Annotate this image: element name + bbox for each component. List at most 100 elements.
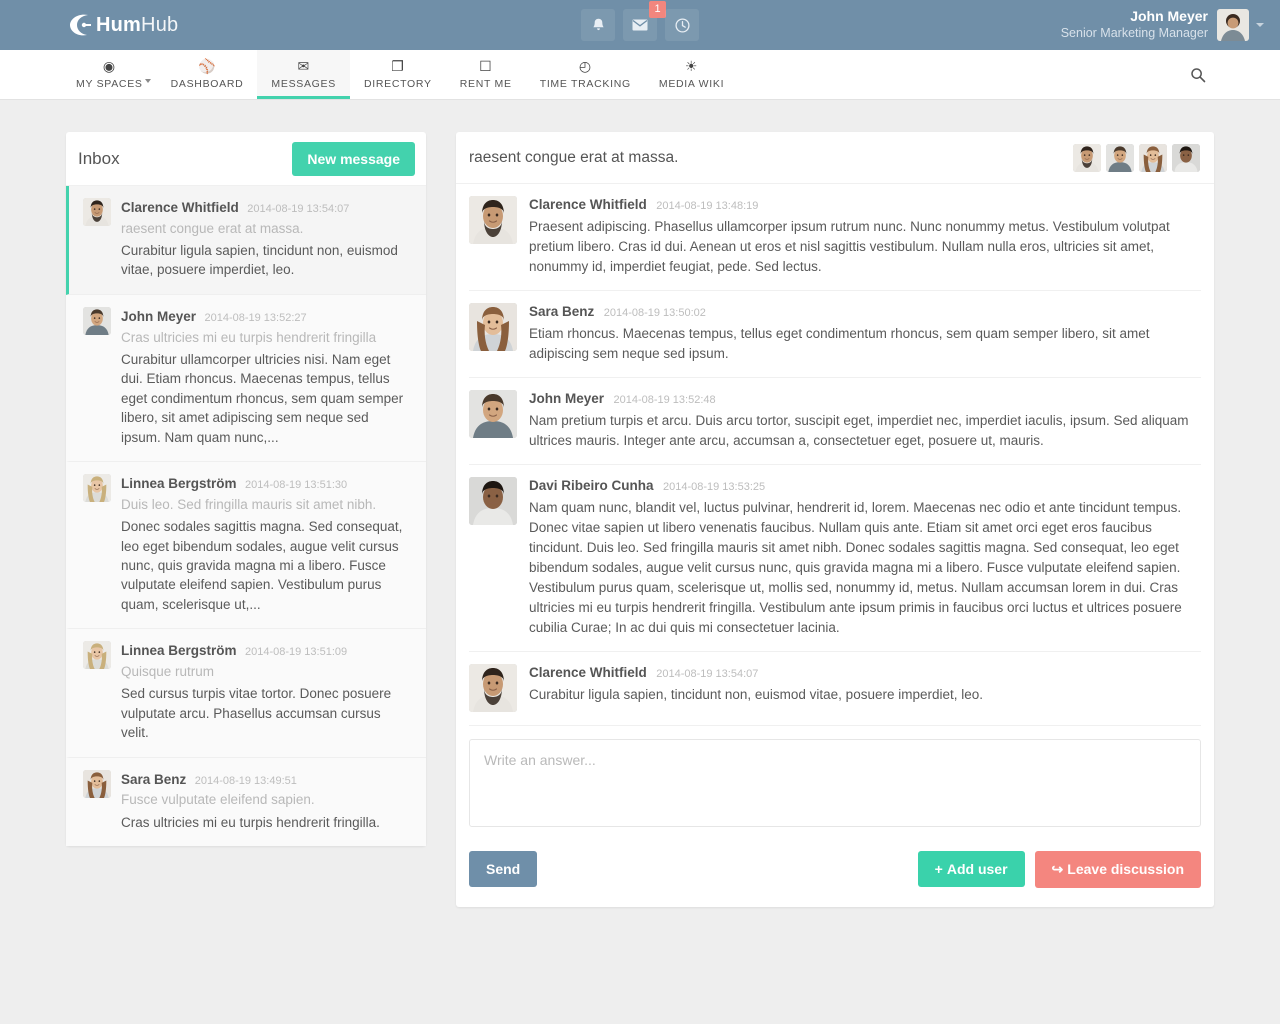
add-user-button[interactable]: + Add user bbox=[917, 851, 1025, 888]
page-content: Inbox New message Clarence Whitfield 201… bbox=[0, 100, 1280, 907]
inbox-item-author: Sara Benz bbox=[121, 771, 187, 787]
answer-input[interactable] bbox=[469, 738, 1201, 827]
inbox-item-subject: Cras ultricies mi eu turpis hendrerit fr… bbox=[121, 329, 377, 345]
inbox-header: Inbox New message bbox=[66, 132, 426, 186]
notifications-icon[interactable] bbox=[581, 9, 615, 41]
dashboard-icon: ⚾ bbox=[197, 58, 217, 74]
humhub-logo-icon bbox=[68, 12, 94, 38]
inbox-panel: Inbox New message Clarence Whitfield 201… bbox=[66, 132, 426, 847]
message-author: Clarence Whitfield bbox=[529, 664, 647, 680]
inbox-item-author: Clarence Whitfield bbox=[121, 200, 239, 215]
message-timestamp: 2014-08-19 13:50:02 bbox=[603, 306, 706, 319]
chevron-down-icon[interactable] bbox=[144, 79, 151, 83]
participant-avatar[interactable] bbox=[1172, 143, 1200, 172]
avatar[interactable] bbox=[83, 769, 111, 798]
message-meta: John Meyer 2014-08-19 13:52:48 bbox=[529, 390, 1201, 408]
messages-icon[interactable]: 1 bbox=[623, 1, 666, 41]
mobile-icon: ☐ bbox=[479, 58, 493, 74]
inbox-item-author: Linnea Bergström bbox=[121, 643, 237, 659]
nav-item-label: MY SPACES bbox=[76, 78, 143, 90]
avatar[interactable] bbox=[469, 196, 517, 244]
inbox-item-meta: Clarence Whitfield 2014-08-19 13:54:07 bbox=[121, 198, 412, 219]
user-menu[interactable]: John Meyer Senior Marketing Manager bbox=[1061, 8, 1264, 41]
message-item: John Meyer 2014-08-19 13:52:48 Nam preti… bbox=[469, 378, 1201, 465]
message-count-badge: 1 bbox=[649, 1, 666, 18]
inbox-item-body: Sara Benz 2014-08-19 13:49:51 Fusce vulp… bbox=[121, 770, 412, 832]
message-author: Clarence Whitfield bbox=[529, 197, 647, 212]
nav-item-my-spaces[interactable]: ◉ MY SPACES bbox=[62, 50, 157, 99]
conversation-title: raesent congue erat at massa. bbox=[469, 148, 679, 166]
message-author: John Meyer bbox=[529, 390, 605, 406]
inbox-list-item[interactable]: Linnea Bergström 2014-08-19 13:51:30 Dui… bbox=[66, 462, 426, 630]
avatar[interactable] bbox=[83, 306, 111, 335]
participant-avatar[interactable] bbox=[1073, 143, 1101, 172]
message-body: Clarence Whitfield 2014-08-19 13:48:19 P… bbox=[529, 196, 1201, 277]
brand-name-bold: Hum bbox=[96, 13, 142, 36]
nav-item-messages[interactable]: ✉ MESSAGES bbox=[257, 50, 350, 99]
chevron-down-icon[interactable] bbox=[1256, 23, 1264, 27]
inbox-item-body: Clarence Whitfield 2014-08-19 13:54:07 r… bbox=[121, 198, 412, 280]
brand-name: HumHub bbox=[96, 14, 178, 37]
avatar[interactable] bbox=[469, 476, 517, 525]
nav-item-media-wiki[interactable]: ☀ MEDIA WIKI bbox=[645, 50, 738, 99]
avatar[interactable] bbox=[469, 389, 517, 438]
nav-item-label: TIME TRACKING bbox=[539, 78, 631, 90]
message-body: Sara Benz 2014-08-19 13:50:02 Etiam rhon… bbox=[529, 303, 1201, 364]
message-author: Davi Ribeiro Cunha bbox=[529, 477, 654, 493]
brand-logo[interactable]: HumHub bbox=[68, 0, 178, 50]
activity-icon[interactable] bbox=[665, 9, 699, 41]
inbox-item-body: Linnea Bergström 2014-08-19 13:51:30 Dui… bbox=[121, 474, 412, 614]
message-author: Sara Benz bbox=[529, 303, 595, 319]
new-message-button[interactable]: New message bbox=[292, 141, 415, 176]
inbox-item-preview: Curabitur ligula sapien, tincidunt non, … bbox=[121, 243, 398, 278]
message-timestamp: 2014-08-19 13:53:25 bbox=[662, 480, 766, 493]
avatar[interactable] bbox=[1217, 9, 1249, 41]
message-text: Curabitur ligula sapien, tincidunt non, … bbox=[529, 686, 984, 702]
avatar[interactable] bbox=[469, 663, 517, 712]
avatar[interactable] bbox=[83, 641, 111, 670]
clock-icon: ◴ bbox=[578, 58, 592, 74]
message-timestamp: 2014-08-19 13:52:48 bbox=[613, 393, 716, 406]
conversation-actions: Send + Add user ↪ Leave discussion bbox=[456, 832, 1214, 907]
top-icon-group: 1 bbox=[581, 1, 699, 41]
participant-list bbox=[1073, 143, 1200, 172]
nav-item-directory[interactable]: ❐ DIRECTORY bbox=[350, 50, 446, 99]
participant-avatar[interactable] bbox=[1139, 143, 1167, 172]
nav-item-dashboard[interactable]: ⚾ DASHBOARD bbox=[157, 50, 258, 99]
search-icon[interactable] bbox=[1190, 50, 1206, 99]
nav-item-time-tracking[interactable]: ◴ TIME TRACKING bbox=[526, 50, 645, 99]
leave-discussion-button[interactable]: ↪ Leave discussion bbox=[1034, 850, 1201, 888]
message-item: Davi Ribeiro Cunha 2014-08-19 13:53:25 N… bbox=[469, 465, 1201, 652]
message-item: Clarence Whitfield 2014-08-19 13:48:19 P… bbox=[469, 184, 1201, 291]
inbox-list-item[interactable]: Linnea Bergström 2014-08-19 13:51:09 Qui… bbox=[66, 629, 426, 758]
message-meta: Sara Benz 2014-08-19 13:50:02 bbox=[529, 303, 1201, 321]
participant-avatar[interactable] bbox=[1106, 143, 1134, 172]
avatar[interactable] bbox=[83, 474, 111, 503]
inbox-item-preview: Curabitur ullamcorper ultricies nisi. Na… bbox=[121, 351, 404, 445]
inbox-item-preview: Cras ultricies mi eu turpis hendrerit fr… bbox=[121, 814, 380, 830]
leave-discussion-label: Leave discussion bbox=[1067, 860, 1184, 877]
nav-item-label: MESSAGES bbox=[271, 78, 336, 90]
user-identity: John Meyer Senior Marketing Manager bbox=[1061, 8, 1208, 41]
inbox-list-item[interactable]: Clarence Whitfield 2014-08-19 13:54:07 r… bbox=[66, 186, 426, 295]
nav-item-label: DIRECTORY bbox=[363, 78, 432, 90]
inbox-item-meta: Linnea Bergström 2014-08-19 13:51:30 bbox=[121, 474, 412, 495]
nav-item-rent-me[interactable]: ☐ RENT ME bbox=[446, 50, 526, 99]
plus-icon: + bbox=[934, 861, 943, 878]
avatar[interactable] bbox=[83, 198, 111, 226]
inbox-item-preview: Sed cursus turpis vitae tortor. Donec po… bbox=[121, 686, 392, 741]
inbox-item-subject: Duis leo. Sed fringilla mauris sit amet … bbox=[121, 496, 377, 512]
inbox-item-subject: Quisque rutrum bbox=[121, 664, 215, 680]
avatar[interactable] bbox=[469, 302, 517, 351]
inbox-item-meta: John Meyer 2014-08-19 13:52:27 bbox=[121, 307, 412, 328]
inbox-list-item[interactable]: John Meyer 2014-08-19 13:52:27 Cras ultr… bbox=[66, 294, 426, 463]
message-timestamp: 2014-08-19 13:48:19 bbox=[656, 200, 759, 212]
message-text: Etiam rhoncus. Maecenas tempus, tellus e… bbox=[529, 325, 1150, 361]
message-body: John Meyer 2014-08-19 13:52:48 Nam preti… bbox=[529, 390, 1201, 451]
nav-item-label: RENT ME bbox=[459, 78, 512, 90]
send-button[interactable]: Send bbox=[469, 851, 538, 888]
inbox-item-timestamp: 2014-08-19 13:51:30 bbox=[244, 479, 348, 492]
conversation-panel: raesent congue erat at massa. Clarence W… bbox=[456, 132, 1214, 907]
inbox-list-item[interactable]: Sara Benz 2014-08-19 13:49:51 Fusce vulp… bbox=[66, 757, 426, 847]
inbox-item-body: Linnea Bergström 2014-08-19 13:51:09 Qui… bbox=[121, 641, 412, 742]
